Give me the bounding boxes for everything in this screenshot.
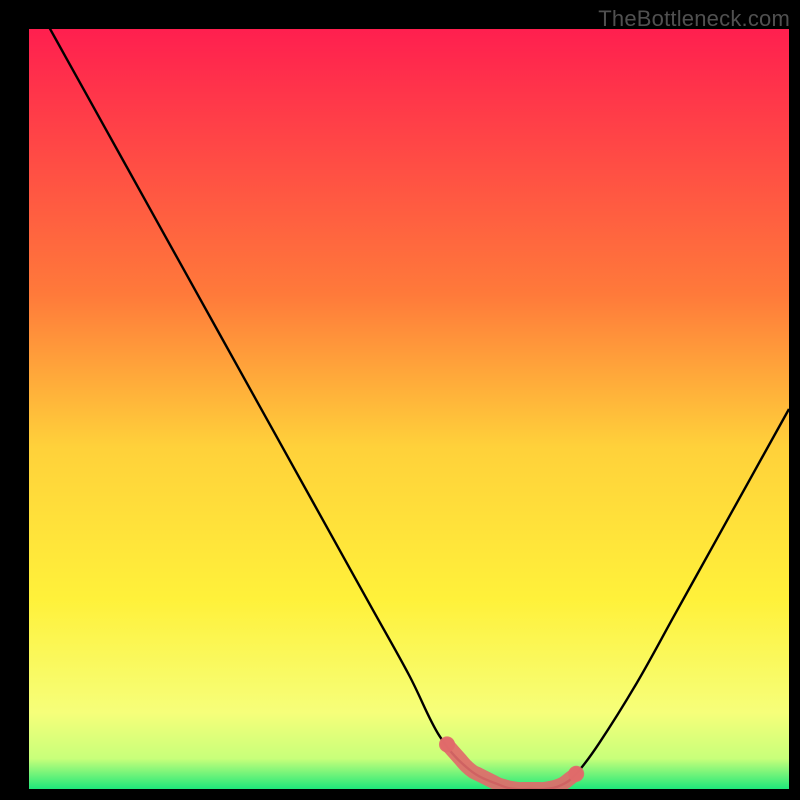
- watermark-text: TheBottleneck.com: [598, 6, 790, 32]
- bottleneck-chart: [29, 29, 789, 789]
